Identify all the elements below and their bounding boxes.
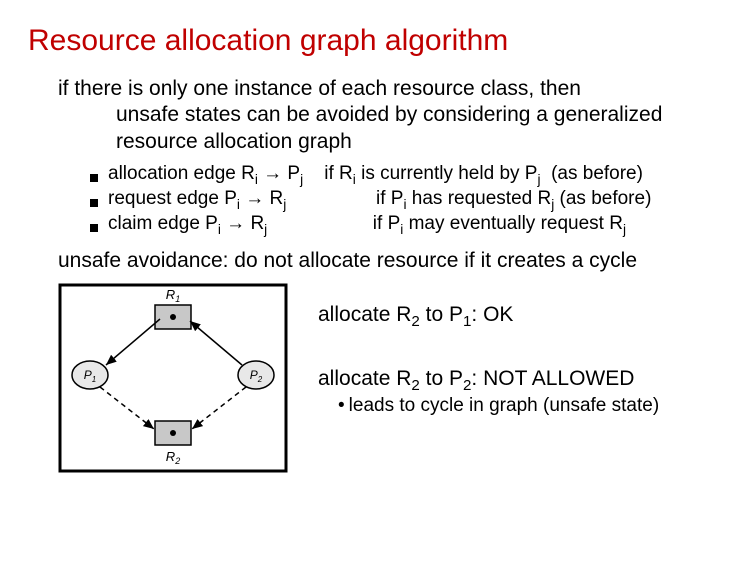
bullet-text: claim edge Pi → Rj if Pi may eventually … bbox=[108, 213, 626, 235]
dot-bullet-icon: • bbox=[338, 395, 345, 416]
cycle-note: •leads to cycle in graph (unsafe state) bbox=[338, 395, 659, 417]
slide-title: Resource allocation graph algorithm bbox=[28, 24, 728, 58]
allocation-examples: allocate R2 to P1: OK allocate R2 to P2:… bbox=[318, 283, 659, 417]
intro-line-3: resource allocation graph bbox=[116, 129, 728, 155]
graph-svg: R1 R2 P1 P2 bbox=[58, 283, 288, 473]
svg-text:R1: R1 bbox=[166, 287, 180, 304]
bullet-text: allocation edge Ri → Pj if Ri is current… bbox=[108, 163, 643, 185]
avoidance-rule: unsafe avoidance: do not allocate resour… bbox=[58, 249, 728, 273]
allocate-not-allowed-line: allocate R2 to P2: NOT ALLOWED bbox=[318, 367, 659, 391]
bottom-row: R1 R2 P1 P2 bbox=[58, 283, 728, 478]
square-bullet-icon bbox=[90, 174, 98, 182]
square-bullet-icon bbox=[90, 224, 98, 232]
allocate-ok-line: allocate R2 to P1: OK bbox=[318, 303, 659, 327]
resource-allocation-graph: R1 R2 P1 P2 bbox=[58, 283, 288, 478]
bullet-request-edge: request edge Pi → Rj if Pi has requested… bbox=[90, 188, 728, 210]
intro-line-1: if there is only one instance of each re… bbox=[58, 76, 728, 102]
slide: Resource allocation graph algorithm if t… bbox=[0, 0, 756, 502]
svg-text:R2: R2 bbox=[166, 449, 180, 466]
square-bullet-icon bbox=[90, 199, 98, 207]
bullet-allocation-edge: allocation edge Ri → Pj if Ri is current… bbox=[90, 163, 728, 185]
bullet-text: request edge Pi → Rj if Pi has requested… bbox=[108, 188, 651, 210]
bullet-list: allocation edge Ri → Pj if Ri is current… bbox=[90, 163, 728, 235]
intro-line-2: unsafe states can be avoided by consider… bbox=[116, 102, 728, 128]
bullet-claim-edge: claim edge Pi → Rj if Pi may eventually … bbox=[90, 213, 728, 235]
intro-text: if there is only one instance of each re… bbox=[58, 76, 728, 155]
